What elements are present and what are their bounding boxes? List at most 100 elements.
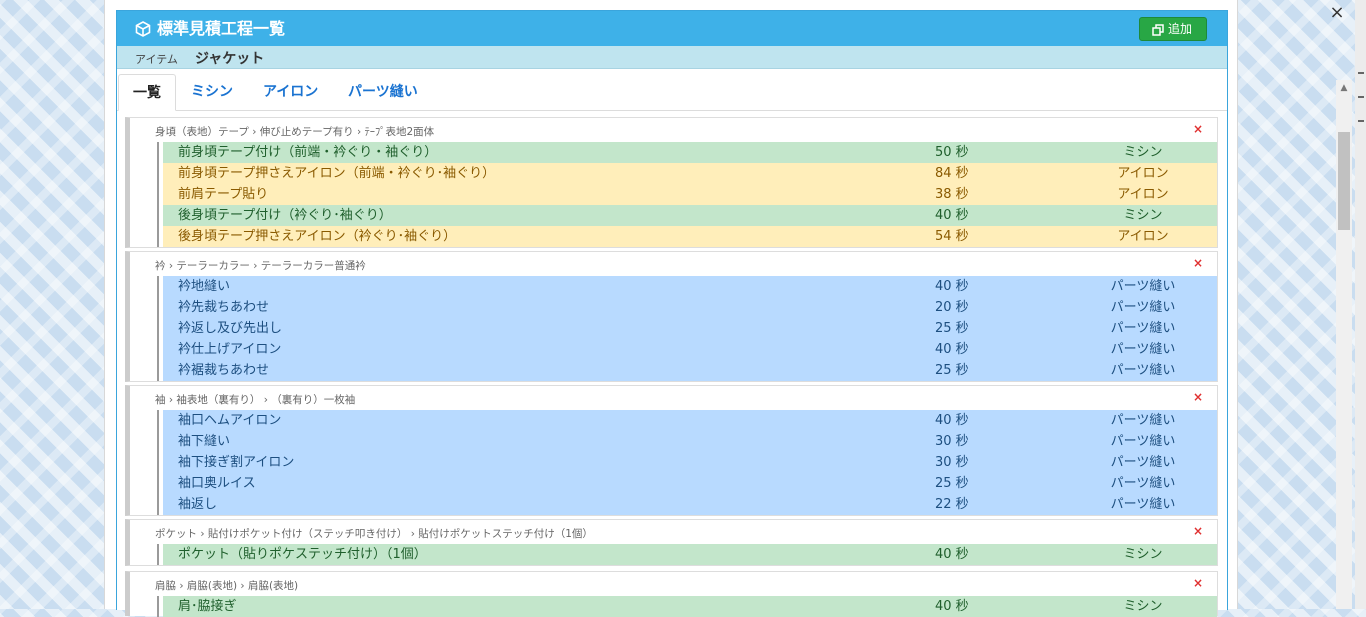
page-title: 標準見積工程一覧 [157, 19, 286, 38]
process-seconds: 50 秒 [935, 145, 969, 160]
process-name: 衿地縫い [178, 279, 231, 294]
process-seconds: 40 秒 [935, 342, 969, 357]
tab-list[interactable]: 一覧 [118, 74, 176, 111]
process-name: 前身頃テープ押さえアイロン（前端・衿ぐり･袖ぐり） [178, 166, 496, 181]
add-window-icon [1152, 24, 1164, 36]
process-seconds: 30 秒 [935, 434, 969, 449]
strip-mark [1358, 120, 1364, 122]
group-path: 袖 › 袖表地（裏有り） › （裏有り）一枚袖 [155, 394, 356, 406]
process-type: アイロン [1117, 187, 1169, 202]
process-group: 身頃（表地）テープ › 伸び止めテープ有り › ﾃｰﾌﾟ表地2面体 × 前身頃テ… [125, 117, 1218, 248]
process-name: 袖口ヘムアイロン [178, 413, 282, 428]
delete-icon[interactable]: × [1193, 390, 1203, 404]
process-type: パーツ縫い [1110, 279, 1176, 294]
group-path: ポケット › 貼付けポケット付け（ステッチ叩き付け） › 貼付けポケットステッチ… [155, 528, 593, 540]
table-row[interactable]: 袖下縫い 30 秒 パーツ縫い [157, 431, 1217, 452]
item-label: アイテム [135, 53, 178, 66]
process-name: 衿裾裁ちあわせ [178, 363, 270, 378]
table-row[interactable]: 前身頃テープ付け（前端・衿ぐり・袖ぐり） 50 秒 ミシン [157, 142, 1217, 163]
group-path: 身頃（表地）テープ › 伸び止めテープ有り › ﾃｰﾌﾟ表地2面体 [155, 126, 435, 138]
process-seconds: 40 秒 [935, 599, 969, 614]
process-seconds: 22 秒 [935, 497, 969, 512]
right-edge-strip [1355, 0, 1366, 609]
delete-icon[interactable]: × [1193, 256, 1203, 270]
process-seconds: 84 秒 [935, 166, 969, 181]
process-seconds: 25 秒 [935, 321, 969, 336]
cube-icon [135, 21, 151, 37]
estimate-panel: 標準見積工程一覧 追加 アイテム ジャケット 一覧 ミシン アイロン パーツ縫い… [116, 10, 1228, 617]
delete-icon[interactable]: × [1193, 524, 1203, 538]
process-name: 前身頃テープ付け（前端・衿ぐり・袖ぐり） [178, 145, 438, 160]
process-type: パーツ縫い [1110, 342, 1176, 357]
tab-parts[interactable]: パーツ縫い [334, 74, 432, 110]
process-seconds: 54 秒 [935, 229, 969, 244]
process-name: ポケット（貼りポケステッチ付け）（1個） [178, 547, 427, 562]
vertical-scrollbar[interactable] [1336, 96, 1352, 609]
process-seconds: 40 秒 [935, 279, 969, 294]
process-name: 衿返し及び先出し [178, 321, 283, 336]
process-name: 衿先裁ちあわせ [178, 300, 270, 315]
process-group: 肩脇 › 肩脇(表地) › 肩脇(表地) × 肩･脇接ぎ 40 秒 ミシン [125, 571, 1218, 617]
process-name: 衿仕上げアイロン [178, 342, 282, 357]
process-type: ミシン [1123, 145, 1163, 160]
process-name: 袖口奥ルイス [178, 476, 256, 491]
process-group: 袖 › 袖表地（裏有り） › （裏有り）一枚袖 × 袖口ヘムアイロン 40 秒パー… [125, 385, 1218, 516]
process-type: アイロン [1117, 166, 1169, 181]
add-button[interactable]: 追加 [1139, 17, 1207, 41]
table-row[interactable]: 衿地縫い 40 秒 パーツ縫い [157, 276, 1217, 297]
table-row[interactable]: 袖下接ぎ割アイロン 30 秒 パーツ縫い [157, 452, 1217, 473]
process-name: 肩･脇接ぎ [178, 599, 237, 614]
process-type: ミシン [1123, 599, 1163, 614]
item-value: ジャケット [195, 51, 265, 67]
process-seconds: 25 秒 [935, 476, 969, 491]
panel-header: 標準見積工程一覧 追加 [117, 11, 1227, 46]
table-row[interactable]: 衿裾裁ちあわせ 25 秒 パーツ縫い [157, 360, 1217, 381]
process-type: アイロン [1117, 229, 1169, 244]
process-group: ポケット › 貼付けポケット付け（ステッチ叩き付け） › 貼付けポケットステッチ… [125, 519, 1218, 566]
add-button-label: 追加 [1168, 22, 1193, 36]
table-row[interactable]: 袖口奥ルイス 25 秒 パーツ縫い [157, 473, 1217, 494]
process-type: パーツ縫い [1110, 434, 1176, 449]
process-type: パーツ縫い [1110, 497, 1176, 512]
scroll-up-arrow-icon[interactable]: ▲ [1336, 80, 1352, 96]
process-name: 袖返し [178, 497, 218, 512]
table-row[interactable]: 後身頃テープ付け（衿ぐり･袖ぐり） 40 秒 ミシン [157, 205, 1217, 226]
process-type: パーツ縫い [1110, 363, 1176, 378]
table-row[interactable]: ポケット（貼りポケステッチ付け）（1個） 40 秒 ミシン [157, 544, 1217, 565]
table-row[interactable]: 衿返し及び先出し 25 秒 パーツ縫い [157, 318, 1217, 339]
process-type: ミシン [1123, 547, 1163, 562]
process-type: パーツ縫い [1110, 321, 1176, 336]
process-seconds: 40 秒 [935, 208, 969, 223]
process-seconds: 20 秒 [935, 300, 969, 315]
table-row[interactable]: 袖返し 22 秒 パーツ縫い [157, 494, 1217, 515]
process-seconds: 38 秒 [935, 187, 969, 202]
tab-iron[interactable]: アイロン [249, 74, 332, 110]
table-row[interactable]: 衿仕上げアイロン 40 秒 パーツ縫い [157, 339, 1217, 360]
process-type: パーツ縫い [1110, 476, 1176, 491]
tab-bar: 一覧 ミシン アイロン パーツ縫い [117, 69, 1227, 111]
process-group: 衿 › テーラーカラー › テーラーカラー普通衿 × 衿地縫い 40 秒パーツ縫い… [125, 251, 1218, 382]
table-row[interactable]: 前身頃テープ押さえアイロン（前端・衿ぐり･袖ぐり） 84 秒 アイロン [157, 163, 1217, 184]
process-seconds: 25 秒 [935, 363, 969, 378]
window-close-icon[interactable]: × [1327, 3, 1347, 23]
tab-misin[interactable]: ミシン [177, 74, 247, 110]
table-row[interactable]: 衿先裁ちあわせ 20 秒 パーツ縫い [157, 297, 1217, 318]
item-subheader: アイテム ジャケット [117, 46, 1227, 69]
table-row[interactable]: 袖口ヘムアイロン 40 秒 パーツ縫い [157, 410, 1217, 431]
process-seconds: 40 秒 [935, 413, 969, 428]
group-path: 衿 › テーラーカラー › テーラーカラー普通衿 [155, 260, 366, 272]
delete-icon[interactable]: × [1193, 122, 1203, 136]
delete-icon[interactable]: × [1193, 576, 1203, 590]
strip-mark [1358, 96, 1364, 98]
table-row[interactable]: 後身頃テープ押さえアイロン（衿ぐり･袖ぐり） 54 秒 アイロン [157, 226, 1217, 247]
process-type: パーツ縫い [1110, 455, 1176, 470]
process-type: パーツ縫い [1110, 413, 1176, 428]
process-seconds: 30 秒 [935, 455, 969, 470]
process-type: パーツ縫い [1110, 300, 1176, 315]
table-row[interactable]: 前肩テープ貼り 38 秒 アイロン [157, 184, 1217, 205]
process-seconds: 40 秒 [935, 547, 969, 562]
table-row[interactable]: 肩･脇接ぎ 40 秒 ミシン [157, 596, 1217, 617]
strip-mark [1358, 72, 1364, 74]
process-name: 後身頃テープ押さえアイロン（衿ぐり･袖ぐり） [178, 229, 457, 244]
scrollbar-thumb[interactable] [1338, 132, 1350, 230]
